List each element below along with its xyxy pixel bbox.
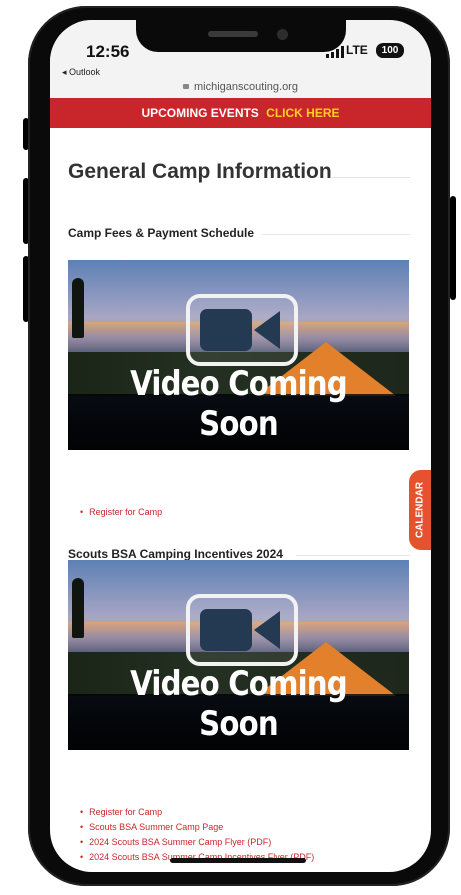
- banner-cta-link[interactable]: CLICK HERE: [266, 106, 339, 120]
- status-time: 12:56: [86, 42, 130, 61]
- video-camera-icon: [186, 294, 298, 366]
- link-register-for-camp[interactable]: Register for Camp: [80, 805, 314, 820]
- upcoming-events-banner[interactable]: UPCOMING EVENTS CLICK HERE: [50, 98, 431, 128]
- tree-silhouette: [72, 278, 84, 338]
- link-summer-camp-flyer[interactable]: 2024 Scouts BSA Summer Camp Flyer (PDF): [80, 835, 314, 850]
- section-links-incentives: Register for Camp Scouts BSA Summer Camp…: [80, 805, 314, 865]
- address-bar[interactable]: michiganscouting.org: [50, 81, 431, 93]
- section-heading-incentives: Scouts BSA Camping Incentives 2024: [68, 547, 283, 561]
- page-content: General Camp Information Camp Fees & Pay…: [50, 128, 431, 872]
- page-title: General Camp Information: [68, 160, 332, 183]
- back-to-app-link[interactable]: ◂ Outlook: [62, 67, 100, 78]
- link-summer-camp-page[interactable]: Scouts BSA Summer Camp Page: [80, 820, 314, 835]
- calendar-tab[interactable]: CALENDAR: [409, 470, 431, 550]
- banner-text: UPCOMING EVENTS: [141, 106, 259, 120]
- section-heading-camp-fees: Camp Fees & Payment Schedule: [68, 226, 255, 240]
- title-divider: [332, 177, 410, 178]
- camera-lens: [254, 311, 280, 349]
- url-text[interactable]: michiganscouting.org: [194, 81, 298, 93]
- section-divider: [296, 555, 410, 556]
- camera-body: [200, 609, 252, 651]
- camera-lens: [254, 611, 280, 649]
- video-caption: Video Coming Soon: [130, 664, 347, 744]
- home-indicator[interactable]: [170, 858, 306, 863]
- calendar-tab-label[interactable]: CALENDAR: [415, 482, 426, 538]
- tree-silhouette: [72, 578, 84, 638]
- section-links-camp-fees: Register for Camp: [80, 505, 162, 520]
- video-camera-icon: [186, 594, 298, 666]
- power-button: [450, 196, 456, 300]
- front-camera: [277, 29, 288, 40]
- video-placeholder-incentives[interactable]: Video Coming Soon: [68, 560, 409, 750]
- phone-screen: 12:56 ◂ Outlook LTE 100 michiganscouting…: [50, 20, 431, 872]
- lock-icon: [183, 84, 190, 89]
- camera-body: [200, 309, 252, 351]
- video-caption: Video Coming Soon: [130, 364, 347, 444]
- speaker: [208, 31, 258, 37]
- back-app-label[interactable]: Outlook: [69, 67, 100, 77]
- video-placeholder-camp-fees[interactable]: Video Coming Soon: [68, 260, 409, 450]
- notch: [136, 20, 346, 52]
- network-label: LTE: [346, 43, 368, 57]
- link-register-for-camp[interactable]: Register for Camp: [80, 505, 162, 520]
- section-divider: [262, 234, 410, 235]
- battery-icon: 100: [376, 43, 404, 58]
